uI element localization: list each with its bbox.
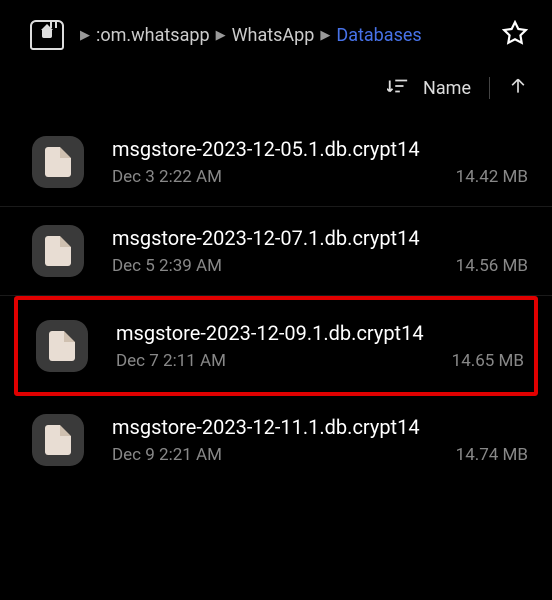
chevron-right-icon: ▶	[320, 28, 330, 43]
breadcrumb-item[interactable]: WhatsApp	[232, 25, 315, 46]
file-date: Dec 3 2:22 AM	[112, 167, 222, 187]
file-info: msgstore-2023-12-05.1.db.crypt14 Dec 3 2…	[112, 137, 528, 187]
breadcrumb-item[interactable]: :om.whatsapp	[96, 25, 210, 46]
file-size: 14.42 MB	[456, 167, 528, 187]
divider	[489, 77, 490, 99]
list-item[interactable]: msgstore-2023-12-11.1.db.crypt14 Dec 9 2…	[0, 396, 552, 484]
file-icon	[36, 320, 88, 372]
breadcrumb-item-active[interactable]: Databases	[336, 25, 421, 46]
file-meta: Dec 9 2:21 AM 14.74 MB	[112, 445, 528, 465]
file-icon	[32, 225, 84, 277]
list-item[interactable]: msgstore-2023-12-07.1.db.crypt14 Dec 5 2…	[0, 207, 552, 296]
file-meta: Dec 5 2:39 AM 14.56 MB	[112, 256, 528, 276]
sort-label[interactable]: Name	[423, 78, 471, 99]
file-date: Dec 7 2:11 AM	[116, 351, 226, 371]
header-bar: ▶ :om.whatsapp ▶ WhatsApp ▶ Databases	[0, 0, 552, 62]
file-name: msgstore-2023-12-09.1.db.crypt14	[116, 321, 524, 345]
chevron-right-icon: ▶	[216, 28, 226, 43]
file-info: msgstore-2023-12-09.1.db.crypt14 Dec 7 2…	[116, 321, 524, 371]
chevron-right-icon: ▶	[80, 28, 90, 43]
file-info: msgstore-2023-12-11.1.db.crypt14 Dec 9 2…	[112, 415, 528, 465]
file-name: msgstore-2023-12-11.1.db.crypt14	[112, 415, 528, 439]
file-size: 14.74 MB	[456, 445, 528, 465]
sort-direction-button[interactable]	[508, 76, 528, 100]
arrow-up-icon	[508, 76, 528, 96]
file-list: msgstore-2023-12-05.1.db.crypt14 Dec 3 2…	[0, 118, 552, 484]
home-button[interactable]	[30, 20, 64, 50]
file-date: Dec 9 2:21 AM	[112, 445, 222, 465]
file-date: Dec 5 2:39 AM	[112, 256, 222, 276]
file-info: msgstore-2023-12-07.1.db.crypt14 Dec 5 2…	[112, 226, 528, 276]
file-size: 14.56 MB	[456, 256, 528, 276]
file-name: msgstore-2023-12-07.1.db.crypt14	[112, 226, 528, 250]
sort-button[interactable]	[387, 76, 409, 100]
file-meta: Dec 3 2:22 AM 14.42 MB	[112, 167, 528, 187]
sort-icon	[387, 76, 409, 96]
list-item-highlighted[interactable]: msgstore-2023-12-09.1.db.crypt14 Dec 7 2…	[14, 296, 538, 396]
file-icon	[32, 136, 84, 188]
favorite-button[interactable]	[502, 20, 528, 50]
file-meta: Dec 7 2:11 AM 14.65 MB	[116, 351, 524, 371]
list-item[interactable]: msgstore-2023-12-05.1.db.crypt14 Dec 3 2…	[0, 118, 552, 207]
star-icon	[502, 20, 528, 46]
breadcrumb: ▶ :om.whatsapp ▶ WhatsApp ▶ Databases	[80, 25, 492, 46]
file-icon	[32, 414, 84, 466]
file-name: msgstore-2023-12-05.1.db.crypt14	[112, 137, 528, 161]
sort-bar: Name	[0, 62, 552, 118]
file-size: 14.65 MB	[452, 351, 524, 371]
